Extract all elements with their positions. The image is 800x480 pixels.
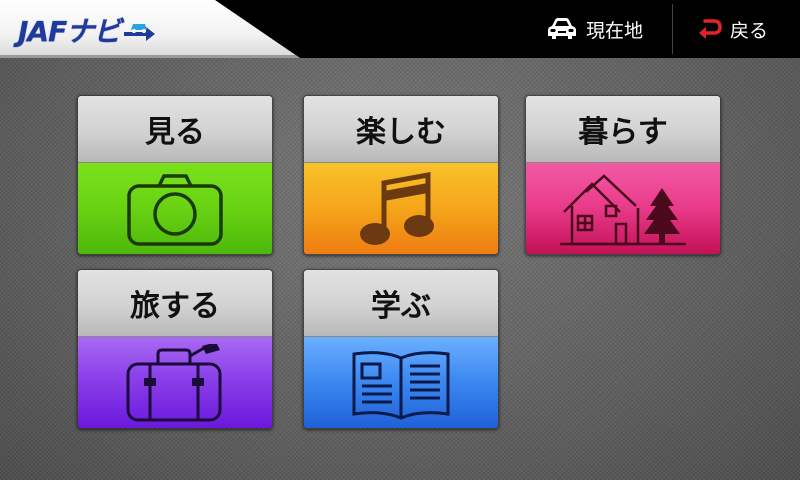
music-note-icon <box>360 171 434 245</box>
current-location-button[interactable]: 現在地 <box>546 0 643 58</box>
tile-icon-area <box>78 337 272 428</box>
tile-icon-area <box>526 163 720 254</box>
car-arrow-icon <box>124 24 156 41</box>
top-bar: JAFナビ 現在地 戻る <box>0 0 800 58</box>
return-arrow-icon <box>699 19 722 39</box>
tile-icon-area <box>78 163 272 254</box>
tile-label: 学ぶ <box>304 270 498 337</box>
car-icon <box>548 18 576 39</box>
current-location-label: 現在地 <box>586 19 644 42</box>
tile-icon-area <box>304 163 498 254</box>
open-book-icon <box>352 350 450 420</box>
suitcase-icon <box>126 343 222 421</box>
header-divider <box>672 4 673 54</box>
back-button[interactable]: 戻る <box>696 0 768 58</box>
tile-label: 旅する <box>78 270 272 337</box>
menu-tile-tanoshimu[interactable]: 楽しむ <box>303 95 499 255</box>
tile-label: 楽しむ <box>304 96 498 163</box>
back-label: 戻る <box>730 19 769 42</box>
camera-icon <box>127 173 223 246</box>
menu-tile-miru[interactable]: 見る <box>77 95 273 255</box>
tile-label: 見る <box>78 96 272 163</box>
menu-tile-kurasu[interactable]: 暮らす <box>525 95 721 255</box>
menu-tile-manabu[interactable]: 学ぶ <box>303 269 499 429</box>
logo-text: JAFナビ <box>18 15 121 48</box>
tile-label: 暮らす <box>526 96 720 163</box>
menu-tile-tabisuru[interactable]: 旅する <box>77 269 273 429</box>
app-logo: JAFナビ <box>18 12 156 48</box>
tile-icon-area <box>304 337 498 428</box>
house-icon <box>560 173 686 245</box>
